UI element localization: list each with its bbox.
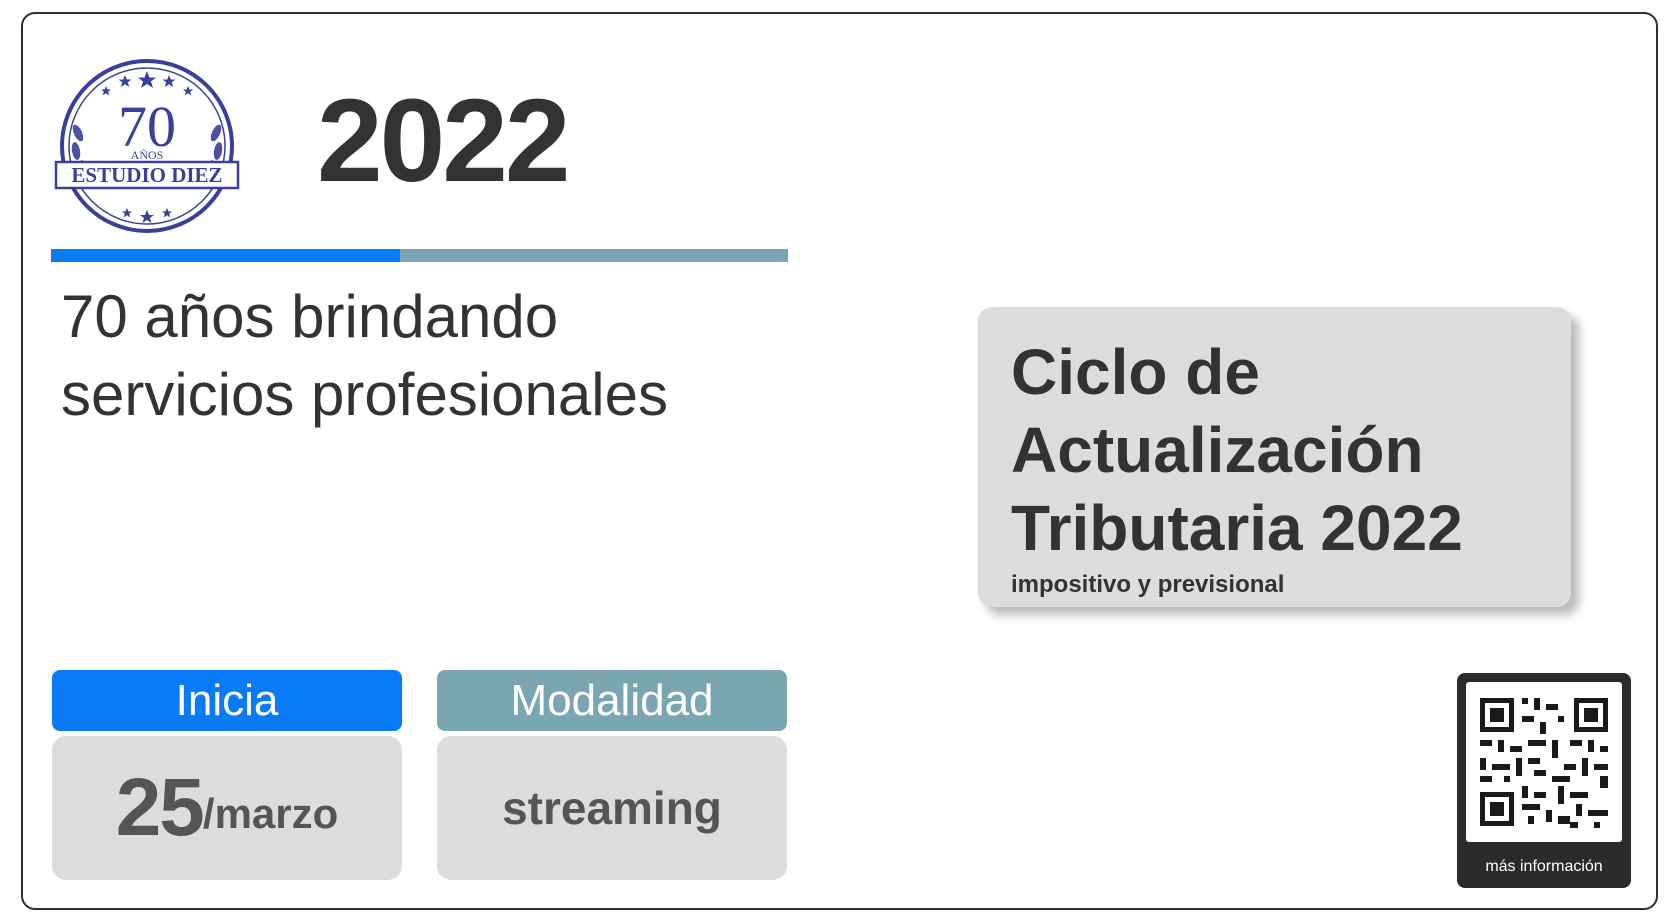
tagline-line-2: servicios profesionales — [61, 361, 668, 428]
year-title: 2022 — [317, 75, 571, 207]
accent-bar-blue — [51, 249, 400, 262]
tagline-line-1: 70 años brindando — [61, 283, 559, 350]
qr-code-icon — [1480, 698, 1608, 828]
qr-code-area — [1466, 682, 1622, 842]
mode-value-box: streaming — [437, 736, 787, 880]
qr-more-info-label[interactable]: más información — [1457, 858, 1631, 876]
start-month: /marzo — [202, 790, 339, 837]
estudio-diez-logo: 70 AÑOS ESTUDIO DIEZ — [54, 59, 240, 233]
event-title-line-2: Actualización — [1011, 414, 1424, 486]
event-card: Ciclo de Actualización Tributaria 2022 i… — [978, 307, 1571, 607]
qr-more-info[interactable]: más información — [1457, 673, 1631, 888]
event-subtitle: impositivo y previsional — [1011, 571, 1285, 598]
event-title-line-1: Ciclo de — [1011, 336, 1260, 408]
start-date-box: 25 /marzo — [52, 736, 402, 880]
event-title: Ciclo de Actualización Tributaria 2022 — [1011, 333, 1571, 567]
svg-text:AÑOS: AÑOS — [131, 148, 164, 162]
tagline: 70 años brindando servicios profesionale… — [61, 278, 668, 434]
start-day: 25 — [115, 762, 205, 853]
accent-bar-teal — [400, 249, 788, 262]
mode-label-badge: Modalidad — [437, 670, 787, 731]
svg-text:ESTUDIO DIEZ: ESTUDIO DIEZ — [71, 163, 222, 187]
start-label-badge: Inicia — [52, 670, 402, 731]
event-title-line-3: Tributaria 2022 — [1011, 492, 1463, 564]
